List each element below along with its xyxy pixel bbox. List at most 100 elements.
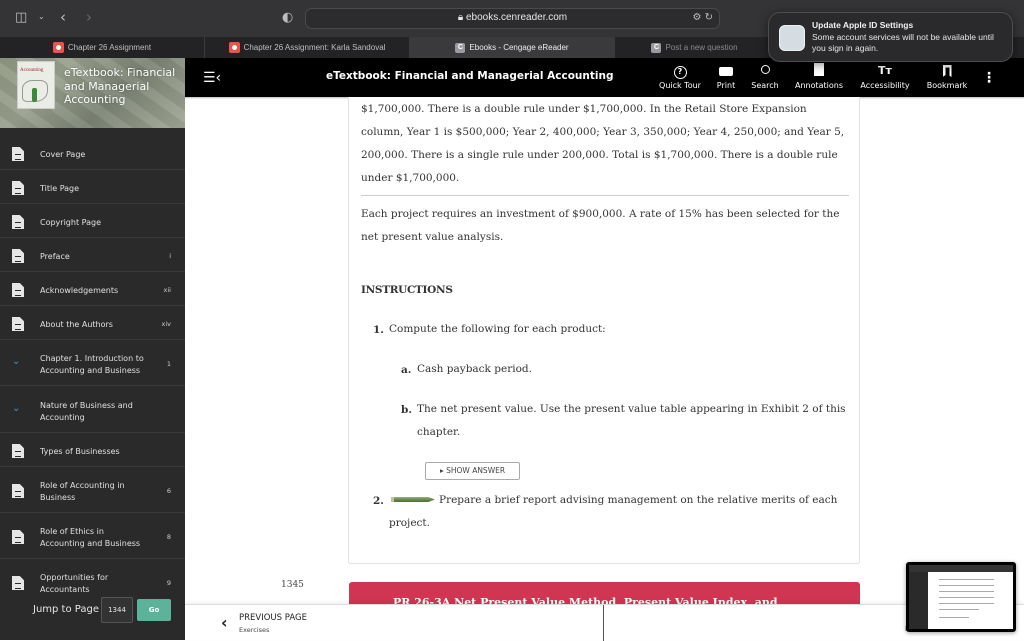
table-of-contents: Cover Page Title Page Copyright Page Pre… xyxy=(0,128,185,640)
search-button[interactable]: Search xyxy=(748,63,782,90)
toc-item-nature-of-business[interactable]: ⌄ Nature of Business and Accounting xyxy=(0,386,185,433)
reader-content: $1,700,000. There is a double rule under… xyxy=(185,97,1024,604)
page-number-input[interactable]: 1344 xyxy=(101,597,133,623)
toc-item-title-page[interactable]: Title Page xyxy=(0,170,185,204)
toc-item-chapter-1[interactable]: ⌄ Chapter 1. Introduction to Accounting … xyxy=(0,340,185,386)
go-button[interactable]: Go xyxy=(137,599,171,621)
toc-label: Nature of Business and Accounting xyxy=(40,401,133,422)
toc-page-number: 6 xyxy=(166,487,171,495)
divider xyxy=(361,195,849,196)
toc-label: Acknowledgements xyxy=(40,286,119,295)
next-problem-banner[interactable]: PR 26-3A Net Present Value Method, Prese… xyxy=(349,582,860,604)
toc-page-number: xiv xyxy=(161,320,172,328)
toc-label: Copyright Page xyxy=(40,218,101,227)
canvas-icon xyxy=(52,42,64,53)
toc-item-copyright-page[interactable]: Copyright Page xyxy=(0,204,185,238)
instruction-1b: The net present value. Use the present v… xyxy=(417,403,846,438)
toc-page-number: 1 xyxy=(166,360,171,368)
print-button[interactable]: Print xyxy=(711,63,741,90)
translate-reload-icons[interactable]: ⚙ ↻ xyxy=(692,12,713,23)
page-navigation: ‹ PREVIOUS PAGE Exercises Pr xyxy=(185,604,1024,641)
printer-icon xyxy=(711,63,741,79)
toc-item-types-of-businesses[interactable]: Types of Businesses xyxy=(0,433,185,467)
toc-label: Types of Businesses xyxy=(40,447,120,456)
toc-item-about-authors[interactable]: About the Authors xiv xyxy=(0,306,185,340)
toc-label: Cover Page xyxy=(40,150,86,159)
toc-page-number: i xyxy=(169,252,171,260)
book-cover-image: Accounting xyxy=(17,61,55,109)
chevron-down-icon[interactable]: ⌄ xyxy=(12,403,20,414)
tool-label: Search xyxy=(751,81,779,90)
toc-item-cover-page[interactable]: Cover Page xyxy=(0,136,185,170)
help-circle-icon: ? xyxy=(655,63,705,79)
show-answer-button[interactable]: ▸ SHOW ANSWER xyxy=(425,462,520,480)
tool-label: Annotations xyxy=(794,81,844,90)
reader-title: eTextbook: Financial and Managerial Acco… xyxy=(326,70,614,82)
toc-page-number: 8 xyxy=(166,533,171,541)
chevron-left-icon: ‹ xyxy=(221,613,228,632)
toc-page-number: xii xyxy=(163,286,171,294)
toc-item-role-of-accounting[interactable]: Role of Accounting in Business 6 xyxy=(0,467,185,513)
toc-item-preface[interactable]: Preface i xyxy=(0,238,185,272)
canvas-icon xyxy=(228,42,240,53)
tool-label: Print xyxy=(716,81,736,90)
chevron-down-icon[interactable]: ⌄ xyxy=(12,356,20,367)
sub-item-letter: a. xyxy=(401,364,412,376)
url-text: ebooks.cenreader.com xyxy=(465,12,568,23)
apple-id-notification[interactable]: Update Apple ID Settings Some account se… xyxy=(768,12,1013,62)
forward-icon[interactable]: › xyxy=(86,10,92,25)
book-header: Accounting eTextbook: Financial and Mana… xyxy=(0,58,185,128)
annotations-button[interactable]: Annotations xyxy=(790,63,848,90)
item-number: 2. xyxy=(373,495,384,507)
tab-chapter-26-karla[interactable]: Chapter 26 Assignment: Karla Sandoval xyxy=(205,37,410,58)
text-size-icon: Tт xyxy=(878,64,892,77)
notification-title: Update Apple ID Settings xyxy=(812,20,914,30)
document-icon xyxy=(12,484,24,498)
tab-chapter-26-assignment[interactable]: Chapter 26 Assignment xyxy=(0,37,205,58)
reader-toolbar: ☰‹ eTextbook: Financial and Managerial A… xyxy=(185,58,1024,97)
previous-page-title: Exercises xyxy=(239,626,270,634)
address-bar[interactable]: 🔒︎ ebooks.cenreader.com ⚙ ↻ xyxy=(305,8,720,29)
toc-item-role-of-ethics[interactable]: Role of Ethics in Accounting and Busines… xyxy=(0,513,185,559)
lock-icon: 🔒︎ xyxy=(457,12,464,23)
back-icon[interactable]: ‹ xyxy=(60,10,66,25)
search-icon xyxy=(748,63,782,79)
tool-label: Bookmark xyxy=(926,81,968,90)
previous-page-label: PREVIOUS PAGE xyxy=(239,613,307,623)
document-icon xyxy=(12,576,24,590)
quick-tour-button[interactable]: ? Quick Tour xyxy=(655,63,705,90)
jump-label: Jump to Page xyxy=(33,604,99,615)
toc-label: Chapter 1. Introduction to Accounting an… xyxy=(40,354,144,375)
previous-page-button[interactable]: ‹ PREVIOUS PAGE Exercises xyxy=(185,605,604,641)
toc-item-acknowledgements[interactable]: Acknowledgements xii xyxy=(0,272,185,306)
next-problem-title: PR 26-3A Net Present Value Method, Prese… xyxy=(393,596,778,604)
item-number: 1. xyxy=(373,324,384,336)
toc-label: Role of Ethics in Accounting and Busines… xyxy=(40,527,141,548)
document-icon xyxy=(12,444,24,458)
sidebar-toggle-icon[interactable]: ◫ xyxy=(15,11,27,24)
instructions-heading: INSTRUCTIONS xyxy=(361,284,453,296)
tab-label: Chapter 26 Assignment xyxy=(67,43,152,52)
document-icon xyxy=(12,530,24,544)
document-icon xyxy=(12,249,24,263)
screenshot-thumbnail[interactable] xyxy=(906,562,1016,632)
document-icon xyxy=(12,317,24,331)
book-title: eTextbook: Financial and Managerial Acco… xyxy=(64,66,176,106)
toc-label: Role of Accounting in Business xyxy=(40,481,125,502)
instruction-2: Prepare a brief report advising manageme… xyxy=(389,494,838,529)
cengage-icon: C xyxy=(455,42,466,53)
tab-ebooks-cengage[interactable]: C Ebooks - Cengage eReader xyxy=(410,37,615,58)
document-icon xyxy=(12,283,24,297)
accessibility-button[interactable]: Tт Accessibility xyxy=(855,63,915,90)
more-options-icon[interactable]: ⋮ xyxy=(982,70,996,86)
tab-label: Ebooks - Cengage eReader xyxy=(469,43,569,52)
document-icon xyxy=(12,215,24,229)
chevron-down-icon[interactable]: ⌄ xyxy=(38,13,45,21)
document-icon xyxy=(12,181,24,195)
bookmark-button[interactable]: Bookmark xyxy=(922,63,972,90)
jump-to-page: Jump to Page 1344 Go xyxy=(0,596,185,626)
collapse-menu-icon[interactable]: ☰‹ xyxy=(203,70,221,86)
tab-post-question[interactable]: C Post a new question xyxy=(615,37,775,58)
privacy-shield-icon[interactable]: ◐ xyxy=(282,11,293,24)
annotations-icon xyxy=(790,63,848,79)
